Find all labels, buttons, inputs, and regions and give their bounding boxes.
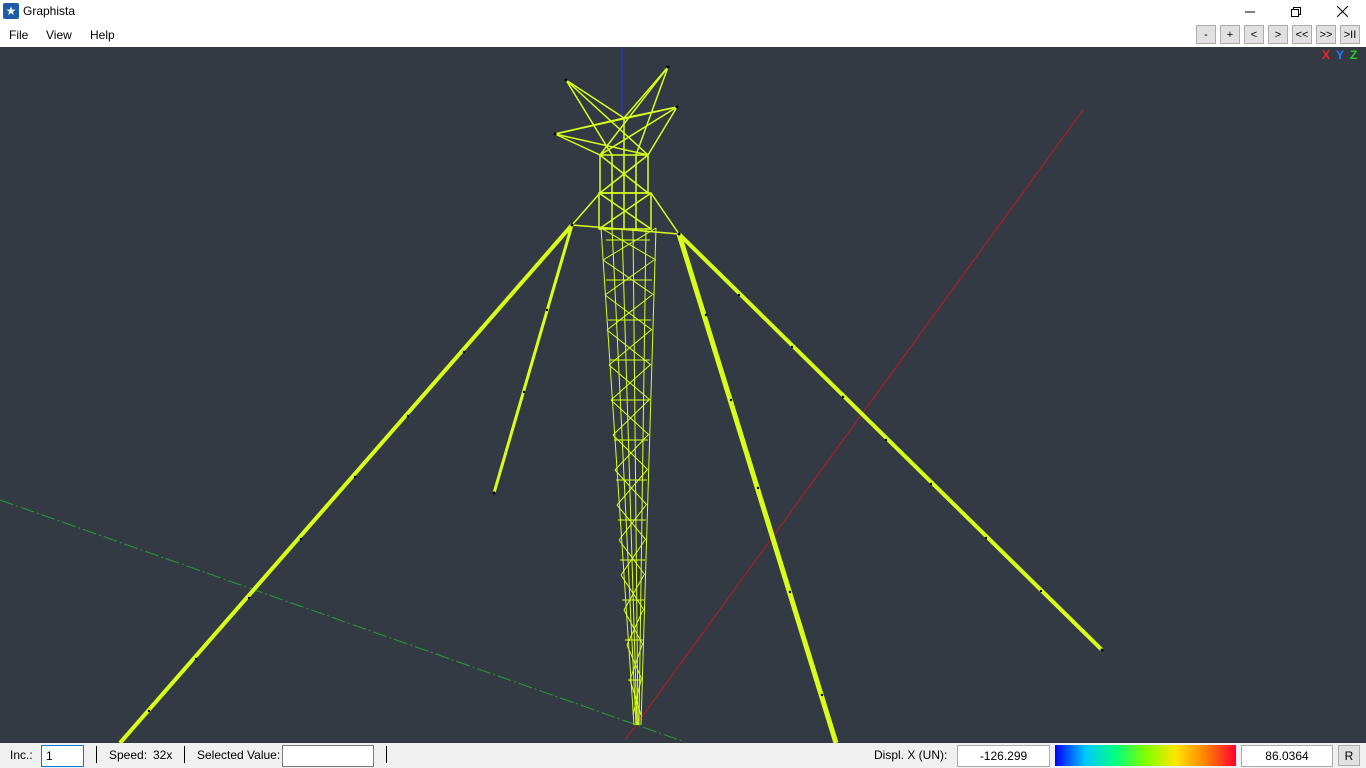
window-title: Graphista bbox=[23, 4, 76, 18]
last-step-button[interactable]: >> bbox=[1316, 25, 1336, 44]
reset-scale-button[interactable]: R bbox=[1338, 745, 1360, 766]
3d-viewport[interactable]: X Y Z bbox=[0, 47, 1366, 743]
increment-label: Inc.: bbox=[10, 748, 33, 762]
tower-model-canvas bbox=[0, 47, 1104, 743]
separator bbox=[184, 746, 185, 763]
min-value-field: -126.299 bbox=[957, 745, 1050, 767]
previous-step-button[interactable]: < bbox=[1244, 25, 1264, 44]
first-step-button[interactable]: << bbox=[1292, 25, 1312, 44]
x-axis-legend: X bbox=[1322, 48, 1331, 62]
play-pause-button[interactable]: >II bbox=[1340, 25, 1360, 44]
result-type-label: Displ. X (UN): bbox=[874, 748, 948, 762]
x-axis-line bbox=[624, 109, 1084, 741]
y-axis-legend: Y bbox=[1336, 48, 1345, 62]
zoom-out-button[interactable]: - bbox=[1196, 25, 1216, 44]
selected-value-label: Selected Value: bbox=[197, 748, 281, 762]
increment-input[interactable]: 1 bbox=[41, 745, 84, 767]
node-markers bbox=[147, 65, 1104, 713]
guy-cable bbox=[118, 223, 574, 743]
menu-bar: File View Help bbox=[0, 23, 1366, 47]
tower-structure bbox=[118, 66, 1104, 743]
zoom-in-button[interactable]: + bbox=[1220, 25, 1240, 44]
graphista-star-icon: ★ bbox=[3, 3, 19, 19]
menu-file[interactable]: File bbox=[9, 28, 28, 42]
z-axis-legend: Z bbox=[1350, 48, 1358, 62]
speed-value: 32x bbox=[153, 748, 173, 762]
menu-view[interactable]: View bbox=[46, 28, 72, 42]
max-value-field: 86.0364 bbox=[1241, 745, 1333, 767]
close-button[interactable] bbox=[1319, 0, 1365, 23]
mast-lattice bbox=[600, 227, 657, 726]
title-bar: ★ Graphista bbox=[0, 0, 1366, 23]
guy-cable bbox=[492, 224, 574, 494]
menu-help[interactable]: Help bbox=[90, 28, 115, 42]
separator bbox=[386, 746, 387, 763]
tower-head bbox=[554, 66, 680, 235]
speed-label: Speed: bbox=[109, 748, 148, 762]
restore-button[interactable] bbox=[1273, 0, 1319, 23]
color-scale-bar bbox=[1055, 745, 1236, 766]
next-step-button[interactable]: > bbox=[1268, 25, 1288, 44]
minimize-button[interactable] bbox=[1227, 0, 1273, 23]
selected-value-field[interactable] bbox=[282, 745, 374, 767]
y-axis-line bbox=[0, 499, 686, 743]
separator bbox=[96, 746, 97, 763]
